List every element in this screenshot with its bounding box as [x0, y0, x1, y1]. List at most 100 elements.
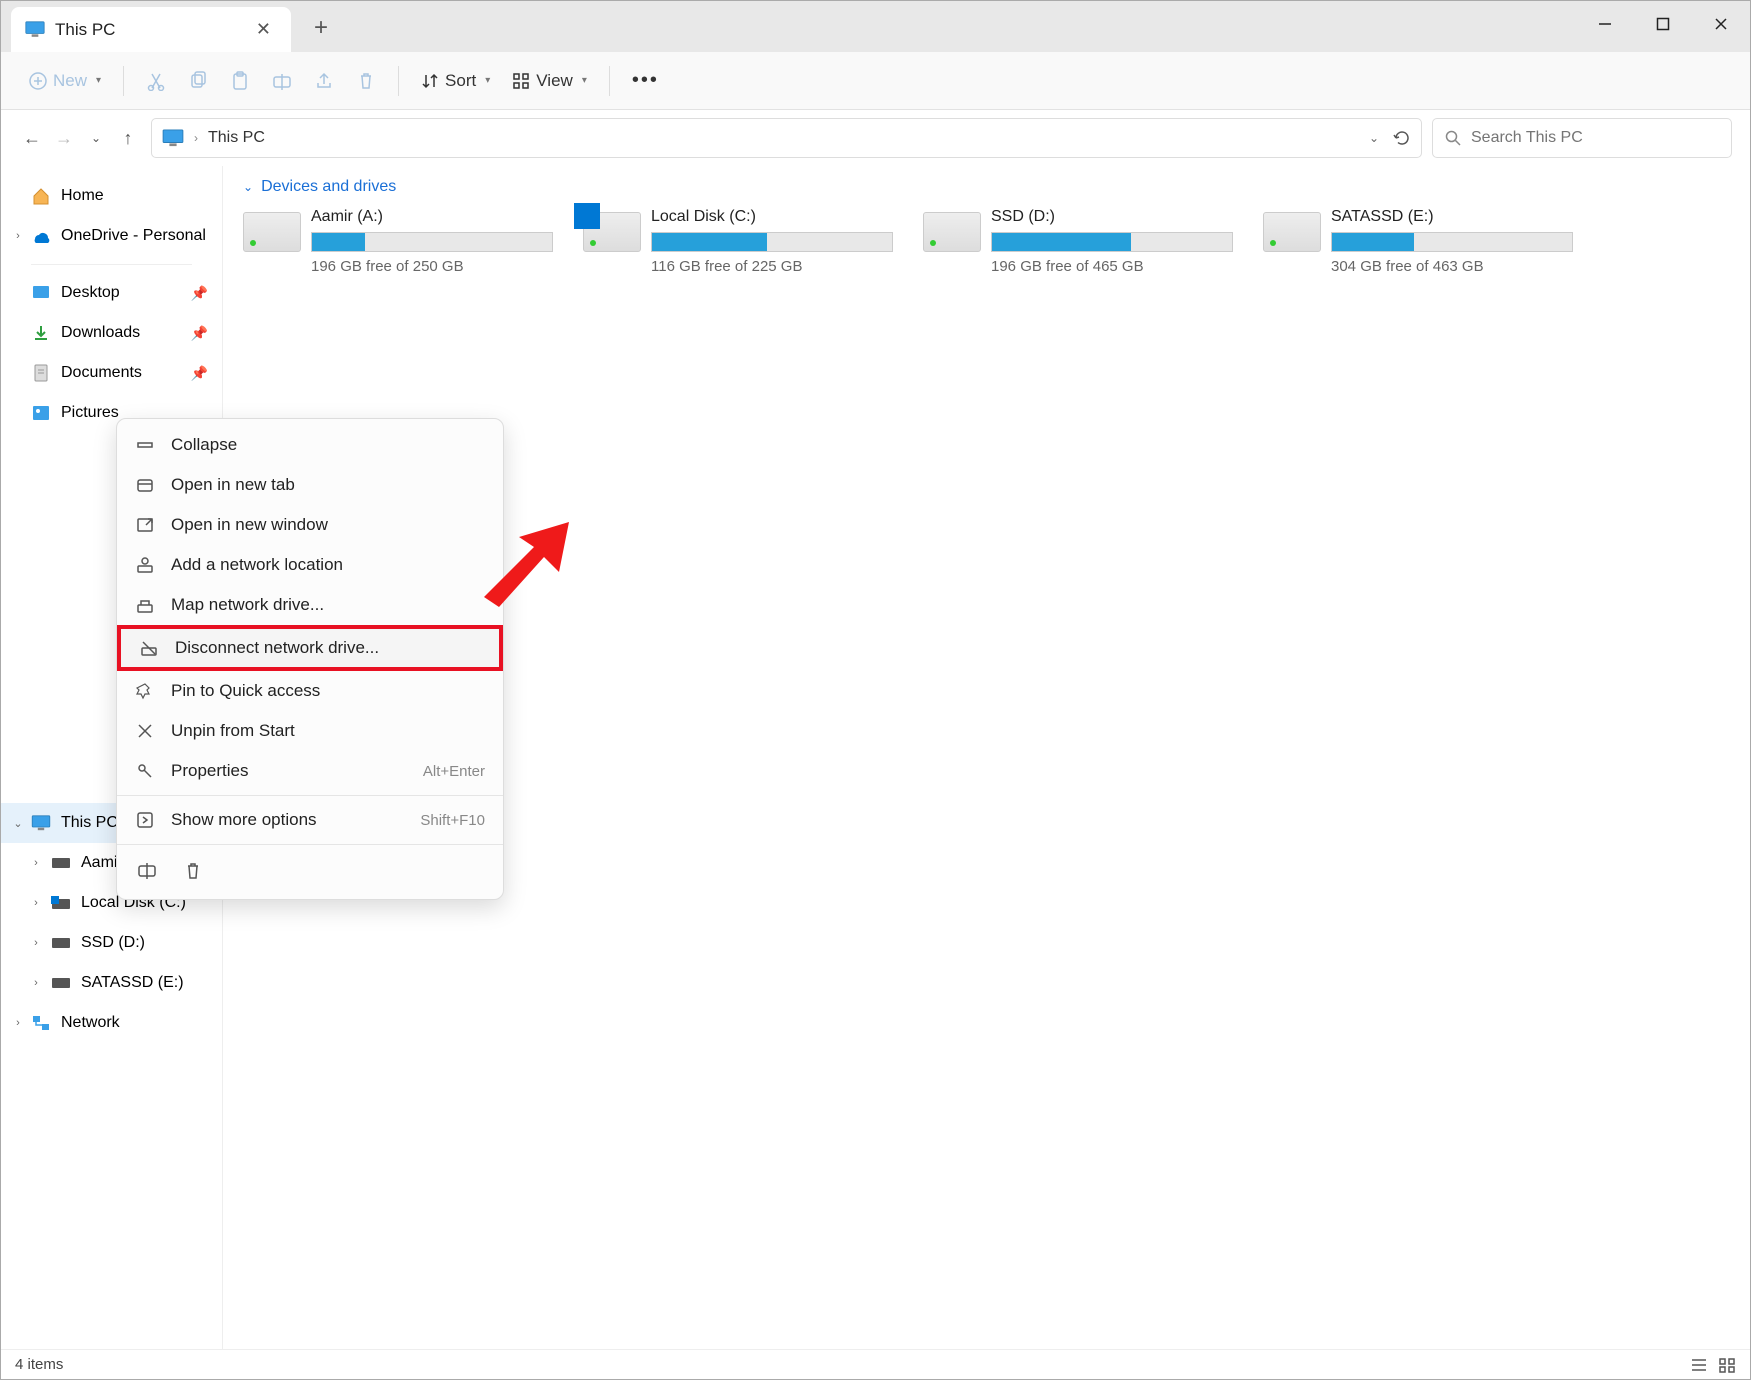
- context-item-map-network-drive[interactable]: Map network drive...: [117, 585, 503, 625]
- delete-icon[interactable]: [181, 859, 205, 883]
- sidebar-pictures-label: Pictures: [61, 404, 119, 422]
- sidebar-documents[interactable]: Documents 📌: [1, 353, 222, 393]
- more-button[interactable]: •••: [622, 61, 669, 101]
- sidebar-desktop[interactable]: Desktop 📌: [1, 273, 222, 313]
- toolbar: New ▾ Sort ▾ View ▾ •••: [1, 52, 1750, 110]
- status-bar: 4 items: [1, 1349, 1750, 1379]
- drive-item[interactable]: Aamir (A:) 196 GB free of 250 GB: [243, 208, 553, 275]
- window-controls: [1576, 1, 1750, 46]
- address-dropdown[interactable]: ⌄: [1369, 131, 1379, 145]
- annotation-arrow: [479, 517, 579, 617]
- expand-icon[interactable]: ›: [11, 230, 25, 242]
- context-icon-row: [117, 849, 503, 893]
- back-button[interactable]: ←: [19, 125, 45, 151]
- context-item-open-in-new-window[interactable]: Open in new window: [117, 505, 503, 545]
- cut-button[interactable]: [136, 61, 176, 101]
- more-icon: [135, 810, 155, 830]
- context-item-pin-to-quick-access[interactable]: Pin to Quick access: [117, 671, 503, 711]
- rename-icon[interactable]: [135, 859, 159, 883]
- drive-icon: [243, 212, 301, 252]
- properties-icon: [135, 761, 155, 781]
- drive-name: SSD (D:): [991, 208, 1233, 226]
- context-item-show-more-options[interactable]: Show more options Shift+F10: [117, 800, 503, 840]
- status-text: 4 items: [15, 1356, 63, 1373]
- sort-button[interactable]: Sort ▾: [411, 61, 500, 101]
- section-header[interactable]: ⌄ Devices and drives: [243, 178, 1730, 196]
- tab-close-button[interactable]: ✕: [250, 19, 277, 40]
- drive-info: 196 GB free of 250 GB: [311, 258, 553, 275]
- address-bar[interactable]: › This PC ⌄: [151, 118, 1422, 158]
- breadcrumb-sep: ›: [194, 131, 198, 145]
- details-view-button[interactable]: [1690, 1357, 1708, 1373]
- drive-icon: [583, 212, 641, 252]
- chevron-down-icon: ⌄: [243, 180, 253, 194]
- copy-button[interactable]: [178, 61, 218, 101]
- pin-icon: 📌: [191, 365, 208, 382]
- pin-icon: [135, 681, 155, 701]
- pin-icon: 📌: [191, 285, 208, 302]
- drive-item[interactable]: SATASSD (E:) 304 GB free of 463 GB: [1263, 208, 1573, 275]
- rename-button[interactable]: [262, 61, 302, 101]
- expand-icon[interactable]: ›: [29, 857, 43, 869]
- context-item-add-a-network-location[interactable]: Add a network location: [117, 545, 503, 585]
- refresh-button[interactable]: [1393, 129, 1411, 147]
- view-label: View: [536, 71, 573, 91]
- context-item-disconnect-network-drive[interactable]: Disconnect network drive...: [117, 625, 503, 671]
- sidebar-downloads-label: Downloads: [61, 324, 140, 342]
- thispc-icon: [25, 21, 45, 39]
- sort-label: Sort: [445, 71, 476, 91]
- collapse-icon: [135, 435, 155, 455]
- expand-icon[interactable]: ›: [29, 897, 43, 909]
- sidebar-drive-ssd[interactable]: › SSD (D:): [1, 923, 222, 963]
- breadcrumb-thispc[interactable]: This PC: [208, 129, 265, 147]
- divider: [609, 66, 610, 96]
- search-input[interactable]: [1471, 129, 1719, 147]
- sidebar-home[interactable]: Home: [1, 176, 222, 216]
- context-label: Collapse: [171, 435, 485, 455]
- paste-button[interactable]: [220, 61, 260, 101]
- divider: [398, 66, 399, 96]
- window-tab[interactable]: This PC ✕: [11, 7, 291, 52]
- onedrive-icon: [31, 226, 51, 246]
- drive-item[interactable]: SSD (D:) 196 GB free of 465 GB: [923, 208, 1233, 275]
- delete-button[interactable]: [346, 61, 386, 101]
- forward-button[interactable]: →: [51, 125, 77, 151]
- sidebar-home-label: Home: [61, 187, 104, 205]
- context-item-properties[interactable]: Properties Alt+Enter: [117, 751, 503, 791]
- up-button[interactable]: ↑: [115, 125, 141, 151]
- sidebar-onedrive[interactable]: › OneDrive - Personal: [1, 216, 222, 256]
- view-button[interactable]: View ▾: [502, 61, 597, 101]
- downloads-icon: [31, 323, 51, 343]
- drive-info: 116 GB free of 225 GB: [651, 258, 893, 275]
- sidebar-drive-label: SSD (D:): [81, 934, 145, 952]
- drive-name: SATASSD (E:): [1331, 208, 1573, 226]
- drive-item[interactable]: Local Disk (C:) 116 GB free of 225 GB: [583, 208, 893, 275]
- expand-icon[interactable]: ⌄: [11, 817, 25, 830]
- drive-icon: [51, 973, 71, 993]
- drive-capacity-bar: [651, 232, 893, 252]
- context-item-unpin-from-start[interactable]: Unpin from Start: [117, 711, 503, 751]
- minimize-button[interactable]: [1576, 1, 1634, 46]
- expand-icon[interactable]: ›: [29, 977, 43, 989]
- context-separator: [117, 795, 503, 796]
- recent-dropdown[interactable]: ⌄: [83, 125, 109, 151]
- thumbnails-view-button[interactable]: [1718, 1357, 1736, 1373]
- context-label: Unpin from Start: [171, 721, 485, 741]
- new-tab-button[interactable]: +: [301, 8, 341, 48]
- documents-icon: [31, 363, 51, 383]
- expand-icon[interactable]: ›: [11, 1017, 25, 1029]
- sidebar-network[interactable]: › Network: [1, 1003, 222, 1043]
- maximize-button[interactable]: [1634, 1, 1692, 46]
- search-box[interactable]: [1432, 118, 1732, 158]
- sidebar-desktop-label: Desktop: [61, 284, 120, 302]
- sidebar-network-label: Network: [61, 1014, 120, 1032]
- context-item-open-in-new-tab[interactable]: Open in new tab: [117, 465, 503, 505]
- sidebar-drive-satassd[interactable]: › SATASSD (E:): [1, 963, 222, 1003]
- expand-icon[interactable]: ›: [29, 937, 43, 949]
- share-button[interactable]: [304, 61, 344, 101]
- close-button[interactable]: [1692, 1, 1750, 46]
- sidebar-downloads[interactable]: Downloads 📌: [1, 313, 222, 353]
- context-item-collapse[interactable]: Collapse: [117, 425, 503, 465]
- drive-name: Local Disk (C:): [651, 208, 893, 226]
- new-button[interactable]: New ▾: [19, 61, 111, 101]
